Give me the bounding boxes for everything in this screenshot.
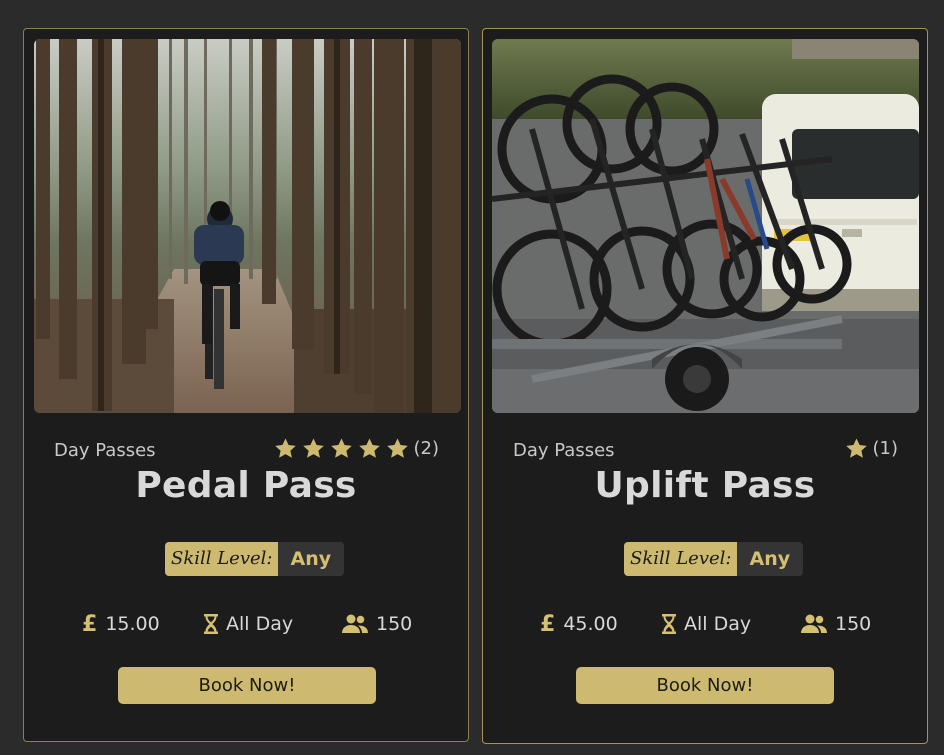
rating: (2)	[274, 437, 440, 460]
duration: All Day	[662, 609, 751, 639]
rating-count: (1)	[872, 438, 899, 459]
skill-level-value: Any	[278, 542, 345, 576]
price-value: 15.00	[105, 613, 160, 635]
duration: All Day	[204, 609, 293, 639]
rating: (1)	[845, 437, 899, 460]
price: £ 15.00	[82, 609, 160, 639]
skill-level-label: Skill Level:	[165, 542, 279, 576]
skill-level-value: Any	[737, 542, 804, 576]
star-icon	[302, 437, 325, 460]
card-title: Uplift Pass	[594, 465, 816, 506]
card-title: Pedal Pass	[135, 465, 357, 506]
hourglass-icon	[662, 614, 676, 634]
duration-value: All Day	[684, 613, 752, 635]
price: £ 45.00	[540, 609, 618, 639]
capacity-value: 150	[835, 613, 872, 635]
price-value: 45.00	[563, 613, 618, 635]
star-icon	[330, 437, 353, 460]
star-icon	[845, 437, 868, 460]
product-card-uplift-pass[interactable]: Day Passes (1) Uplift Pass Skill Level: …	[482, 28, 928, 744]
rating-count: (2)	[413, 438, 440, 459]
duration-value: All Day	[226, 613, 294, 635]
hourglass-icon	[204, 614, 218, 634]
card-category: Day Passes	[54, 440, 156, 461]
star-icon	[358, 437, 381, 460]
book-now-button[interactable]: Book Now!	[118, 667, 376, 704]
skill-level-label: Skill Level:	[624, 542, 738, 576]
product-card-pedal-pass[interactable]: Day Passes (2) Pedal Pass Skill Level: A…	[23, 28, 469, 742]
bike-trailer-van-photo[interactable]	[492, 39, 919, 413]
pound-icon: £	[540, 611, 556, 637]
users-icon	[801, 614, 827, 634]
card-category: Day Passes	[513, 440, 615, 461]
star-icon	[386, 437, 409, 460]
capacity-value: 150	[376, 613, 413, 635]
star-icon	[274, 437, 297, 460]
pound-icon: £	[82, 611, 98, 637]
forest-cyclist-photo[interactable]	[34, 39, 461, 413]
capacity: 150	[801, 609, 871, 639]
capacity: 150	[342, 609, 412, 639]
book-now-button[interactable]: Book Now!	[576, 667, 834, 704]
skill-level-badge: Skill Level: Any	[165, 542, 345, 576]
users-icon	[342, 614, 368, 634]
skill-level-badge: Skill Level: Any	[624, 542, 804, 576]
